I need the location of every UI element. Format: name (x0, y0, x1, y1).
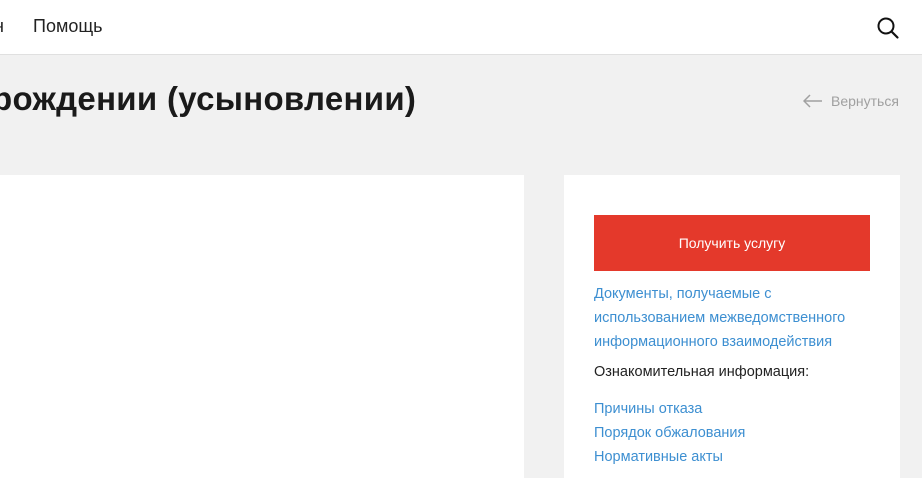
back-link-label: Вернуться (831, 93, 899, 109)
service-sidebar: Получить услугу Документы, получаемые с … (564, 175, 900, 478)
nav-item-partial[interactable]: н (0, 16, 4, 37)
appeal-procedure-link[interactable]: Порядок обжалования (594, 421, 745, 445)
search-icon[interactable] (876, 16, 900, 40)
back-link[interactable]: Вернуться (803, 90, 899, 112)
regulatory-acts-link[interactable]: Нормативные акты (594, 445, 745, 469)
top-navigation-bar: н Помощь (0, 0, 922, 55)
nav-item-help[interactable]: Помощь (33, 16, 103, 37)
main-content-panel (0, 175, 524, 478)
interagency-documents-link[interactable]: Документы, получаемые с использованием м… (594, 282, 874, 354)
info-section-label: Ознакомительная информация: (594, 364, 810, 380)
arrow-left-icon (803, 94, 823, 108)
page-title: рождении (усыновлении) (0, 80, 417, 117)
refusal-reasons-link[interactable]: Причины отказа (594, 397, 745, 421)
get-service-button[interactable]: Получить услугу (594, 215, 870, 271)
info-links-list: Причины отказа Порядок обжалования Норма… (594, 397, 745, 469)
